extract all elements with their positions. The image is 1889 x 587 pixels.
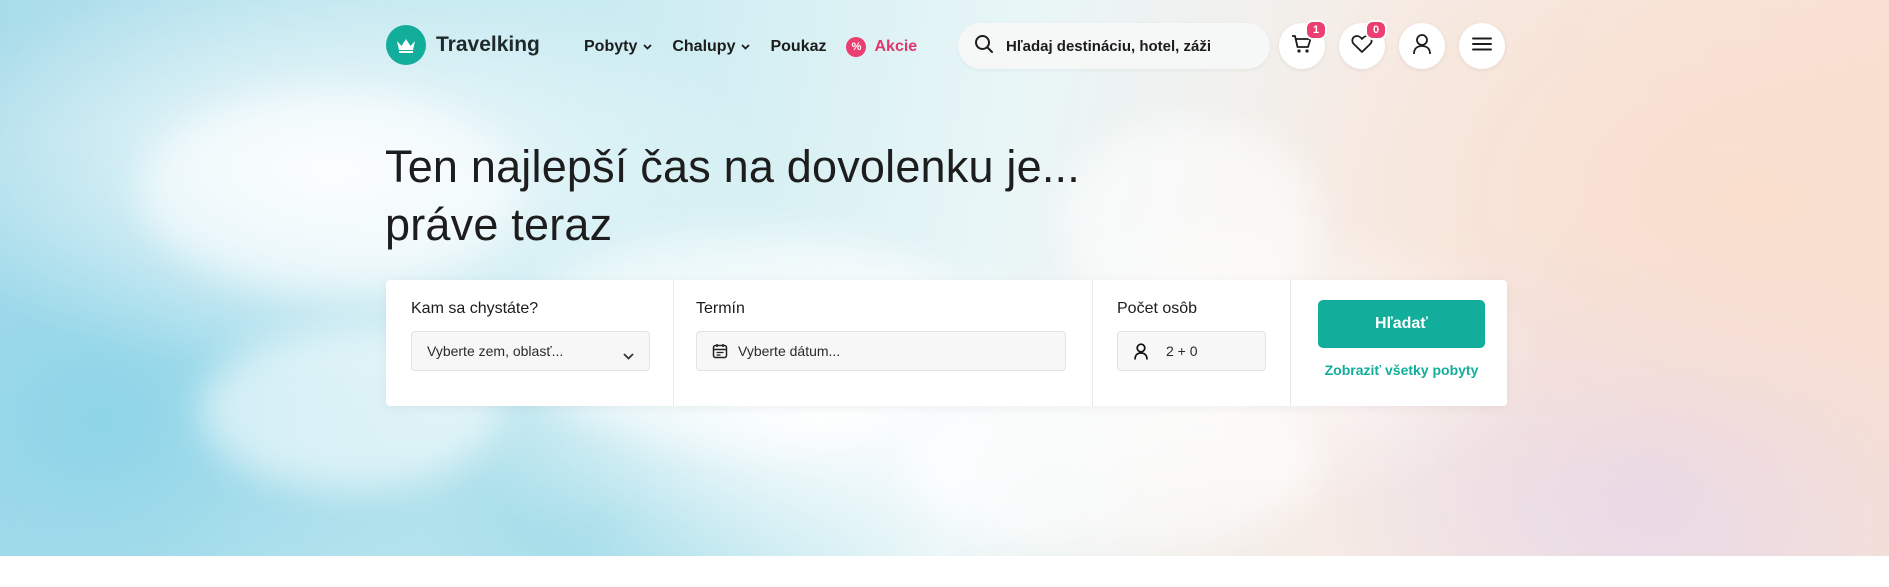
persons-label: Počet osôb (1117, 300, 1198, 317)
persons-selector[interactable]: 2 + 0 (1117, 331, 1266, 371)
person-icon (1134, 342, 1148, 360)
destination-label: Kam sa chystáte? (411, 300, 539, 317)
date-section: Termín Vyberte dátum... (674, 280, 1092, 406)
nav-item-pobyty[interactable]: Pobyty (584, 38, 652, 56)
hero-headline: Ten najlepší čas na dovolenku je... práv… (385, 138, 1185, 254)
user-icon (1412, 33, 1432, 60)
date-label: Termín (696, 300, 745, 317)
favorites-count-badge: 0 (1365, 20, 1387, 40)
show-all-stays-link[interactable]: Zobraziť všetky pobyty (1318, 362, 1485, 378)
persons-section: Počet osôb 2 + 0 (1093, 280, 1290, 406)
nav-item-akcie[interactable]: % Akcie (846, 37, 917, 57)
headline-line-1: Ten najlepší čas na dovolenku je... (385, 141, 1080, 192)
date-picker[interactable]: Vyberte dátum... (696, 331, 1066, 371)
headline-line-2: práve teraz (385, 199, 613, 250)
percent-icon: % (846, 37, 867, 57)
date-placeholder: Vyberte dátum... (738, 343, 841, 359)
search-panel: Kam sa chystáte? Vyberte zem, oblasť... … (386, 280, 1507, 406)
destination-select[interactable]: Vyberte zem, oblasť... (411, 331, 650, 371)
search-bar (958, 23, 1270, 69)
persons-value: 2 + 0 (1166, 343, 1198, 359)
chevron-down-icon (741, 42, 751, 53)
site-header: Travelking Pobyty Chalupy Poukaz % Akcie (386, 20, 1506, 70)
hamburger-menu-icon (1472, 37, 1492, 56)
destination-placeholder: Vyberte zem, oblasť... (427, 343, 564, 359)
search-icon (974, 34, 994, 59)
nav-item-label: Pobyty (584, 38, 638, 55)
search-input[interactable] (1006, 37, 1246, 55)
nav-item-chalupy[interactable]: Chalupy (672, 38, 751, 56)
crown-icon (386, 25, 426, 65)
divider (1290, 280, 1291, 406)
nav-item-label: Chalupy (672, 38, 736, 55)
favorites-button[interactable]: 0 (1339, 20, 1387, 69)
logo-text: Travelking (436, 33, 540, 56)
cart-count-badge: 1 (1305, 20, 1327, 40)
nav-item-label: Akcie (874, 38, 918, 55)
main-nav: Pobyty Chalupy Poukaz % Akcie (584, 37, 937, 57)
hero-background (0, 0, 1889, 556)
chevron-down-icon (623, 347, 634, 363)
account-button[interactable] (1399, 23, 1445, 69)
cart-button[interactable]: 1 (1279, 20, 1327, 69)
nav-item-label: Poukaz (770, 38, 827, 55)
calendar-icon (712, 343, 728, 359)
search-submit-button[interactable]: Hľadať (1318, 300, 1485, 348)
destination-section: Kam sa chystáte? Vyberte zem, oblasť... (386, 280, 673, 406)
nav-item-poukaz[interactable]: Poukaz (770, 38, 826, 56)
logo[interactable]: Travelking (386, 25, 540, 65)
menu-button[interactable] (1459, 23, 1505, 69)
chevron-down-icon (643, 42, 652, 53)
